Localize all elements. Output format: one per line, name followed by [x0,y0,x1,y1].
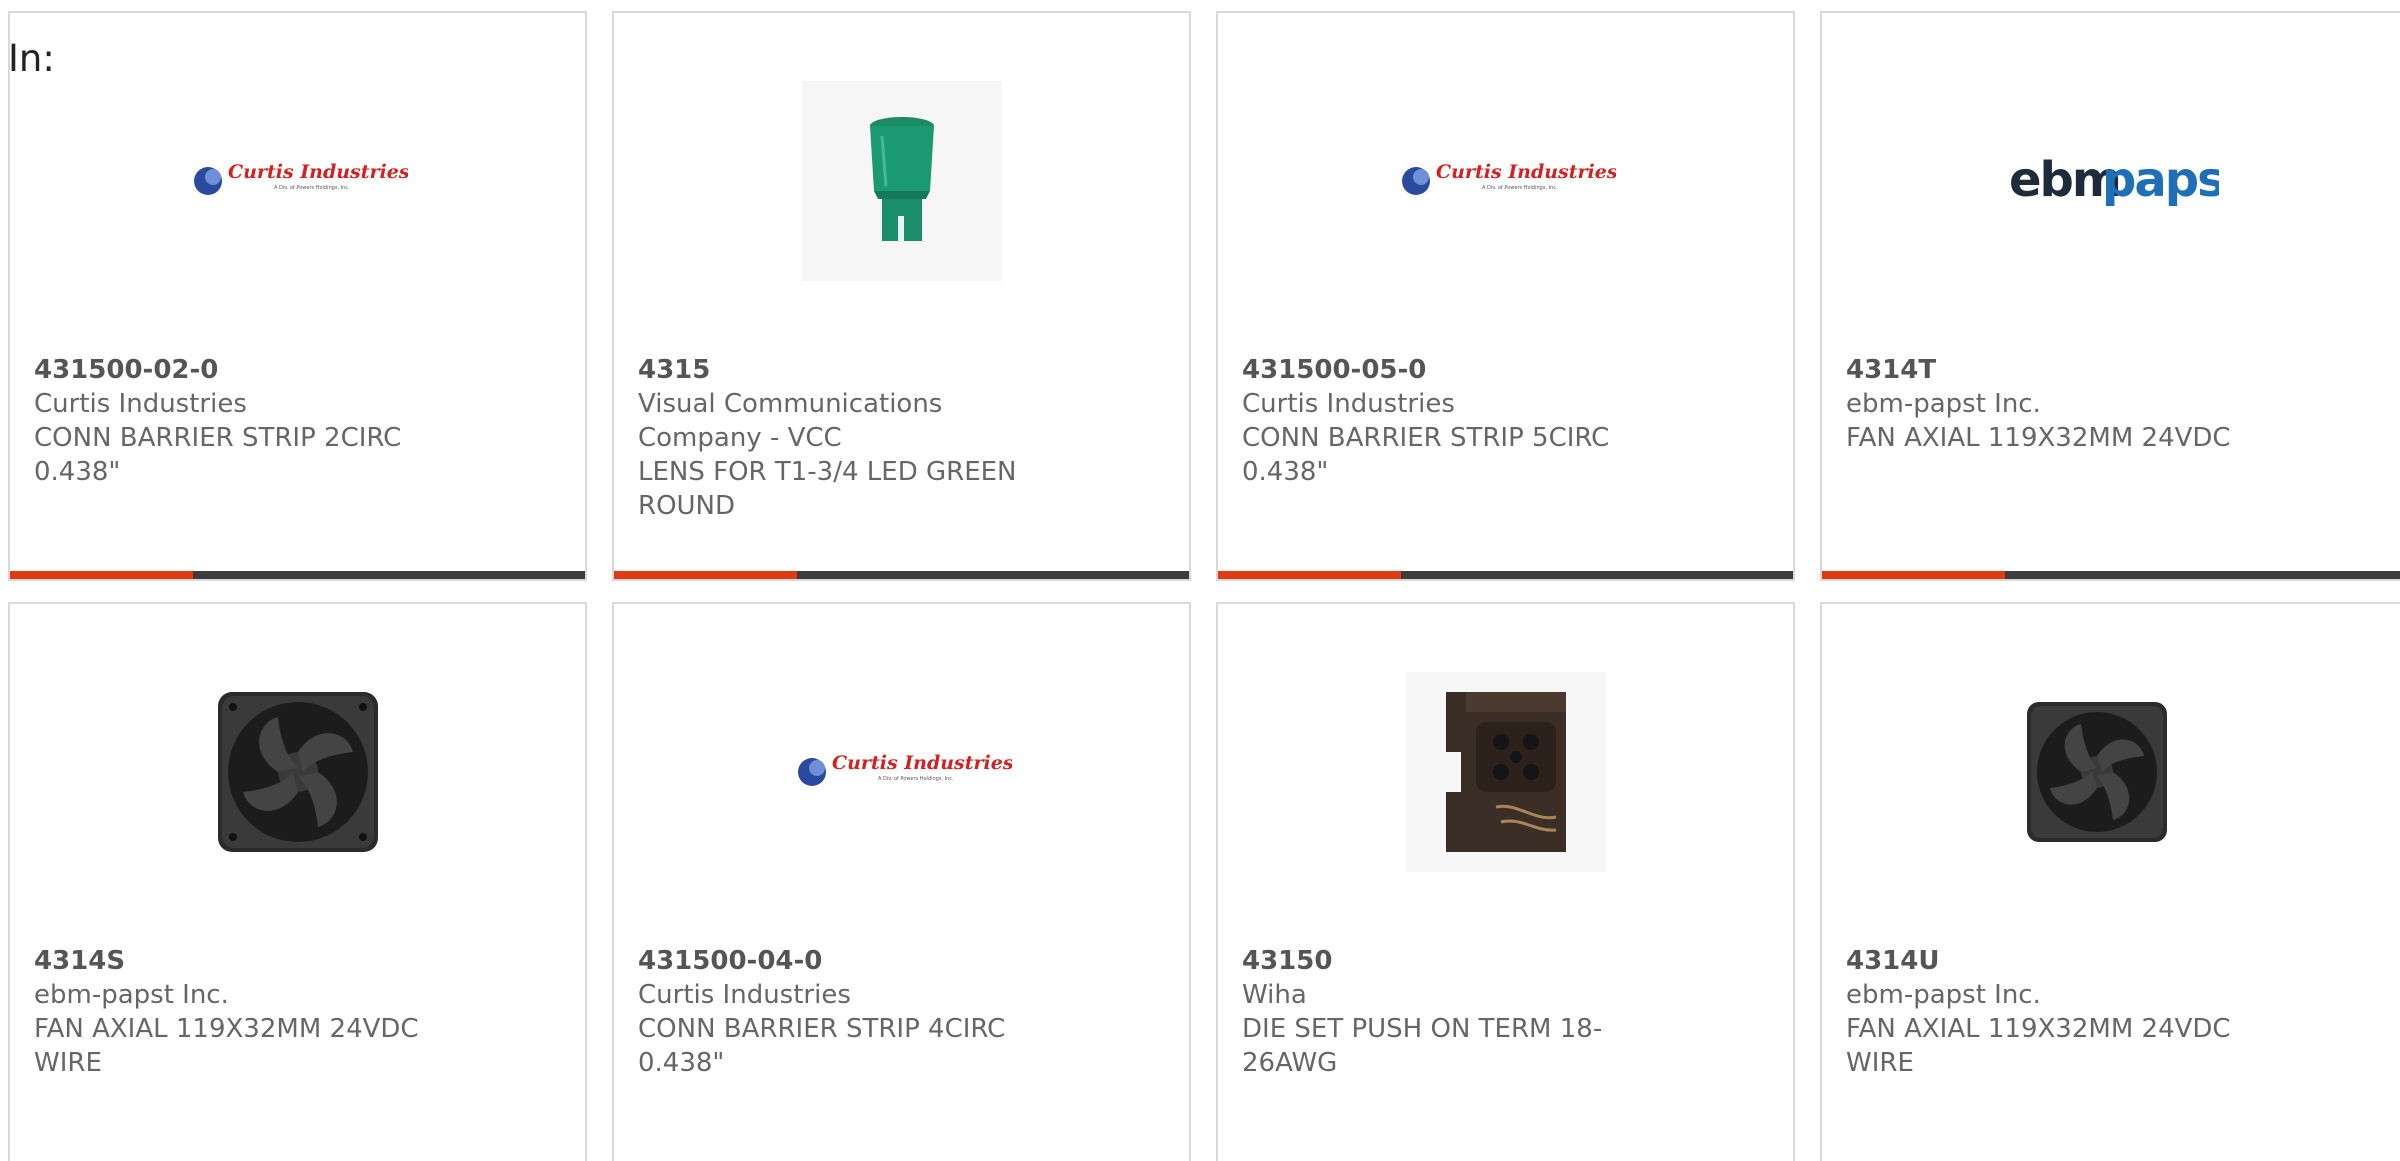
logo-part-papst: papst [2102,152,2219,208]
manufacturer: Visual Communications Company - VCC [638,389,943,453]
card-bottom-bar [10,571,585,579]
curtis-industries-logo: Curtis Industries A Div. of Powers Holdi… [1401,161,1616,195]
product-info: 431500-05-0 Curtis Industries CONN BARRI… [1242,353,1662,489]
product-image[interactable] [1822,669,2400,874]
description: FAN AXIAL 119X32MM 24VDC WIRE [1846,1014,2231,1078]
manufacturer: Curtis Industries [1242,389,1455,419]
card-accent [614,571,797,579]
part-number[interactable]: 431500-04-0 [638,944,1058,978]
product-image[interactable] [1218,669,1793,874]
curtis-industries-logo: Curtis Industries A Div. of Powers Holdi… [193,161,408,195]
curtis-industries-logo: Curtis Industries A Div. of Powers Holdi… [797,752,1012,786]
product-image[interactable] [10,669,585,874]
manufacturer: Wiha [1242,980,1307,1010]
part-number[interactable]: 43150 [1242,944,1662,978]
logo-wordmark: Curtis Industries [832,752,1012,774]
part-number[interactable]: 431500-05-0 [1242,353,1662,387]
manufacturer: Curtis Industries [34,389,247,419]
part-number[interactable]: 4314S [34,944,454,978]
part-number[interactable]: 431500-02-0 [34,353,454,387]
description: DIE SET PUSH ON TERM 18-26AWG [1242,1014,1603,1078]
product-image[interactable]: Curtis Industries A Div. of Powers Holdi… [1218,78,1793,283]
logo-wordmark: Curtis Industries [228,161,408,183]
product-card[interactable]: Curtis Industries A Div. of Powers Holdi… [1216,11,1795,581]
product-image[interactable]: Curtis Industries A Div. of Powers Holdi… [614,669,1189,874]
product-image[interactable] [614,78,1189,283]
product-info: 4315 Visual Communications Company - VCC… [638,353,1058,523]
logo-tagline: A Div. of Powers Holdings, Inc. [878,776,954,782]
product-card[interactable]: 4314U ebm-papst Inc. FAN AXIAL 119X32MM … [1820,602,2400,1161]
card-bottom-bar [614,571,1189,579]
card-accent [1822,571,2005,579]
filter-label: In: [8,37,55,80]
part-number[interactable]: 4315 [638,353,1058,387]
product-info: 4314U ebm-papst Inc. FAN AXIAL 119X32MM … [1846,944,2266,1080]
product-card[interactable]: 43150 Wiha DIE SET PUSH ON TERM 18-26AWG [1216,602,1795,1161]
product-info: 4314S ebm-papst Inc. FAN AXIAL 119X32MM … [34,944,454,1080]
product-card[interactable]: Curtis Industries A Div. of Powers Holdi… [8,11,587,581]
card-bottom-bar [1822,571,2400,579]
axial-fan-photo [2027,701,2167,842]
product-card[interactable]: ebm papst 4314T ebm-papst Inc. FAN AXIAL… [1820,11,2400,581]
product-grid: Curtis Industries A Div. of Powers Holdi… [0,0,2400,1161]
product-card[interactable]: 4315 Visual Communications Company - VCC… [612,11,1191,581]
card-bottom-bar [1218,571,1793,579]
product-info: 431500-04-0 Curtis Industries CONN BARRI… [638,944,1058,1080]
product-image[interactable]: Curtis Industries A Div. of Powers Holdi… [10,78,585,283]
part-number[interactable]: 4314T [1846,353,2266,387]
green-led-lens-photo [801,80,1002,281]
logo-wordmark: Curtis Industries [1436,161,1616,183]
logo-tagline: A Div. of Powers Holdings, Inc. [1482,185,1558,191]
logo-tagline: A Div. of Powers Holdings, Inc. [274,185,350,191]
product-card[interactable]: 4314S ebm-papst Inc. FAN AXIAL 119X32MM … [8,602,587,1161]
part-number[interactable]: 4314U [1846,944,2266,978]
manufacturer: ebm-papst Inc. [34,980,229,1010]
product-info: 43150 Wiha DIE SET PUSH ON TERM 18-26AWG [1242,944,1662,1080]
manufacturer: ebm-papst Inc. [1846,389,2041,419]
product-image[interactable]: ebm papst [1822,78,2400,283]
product-grid-page: In: Curtis Industries A Div. of Powers H… [0,0,2400,1161]
card-accent [10,571,193,579]
product-info: 4314T ebm-papst Inc. FAN AXIAL 119X32MM … [1846,353,2266,455]
description: FAN AXIAL 119X32MM 24VDC WIRE [34,1014,419,1078]
ebmpapst-logo: ebm papst [2009,152,2219,208]
description: CONN BARRIER STRIP 2CIRC 0.438" [34,423,402,487]
description: FAN AXIAL 119X32MM 24VDC [1846,423,2231,453]
product-card[interactable]: Curtis Industries A Div. of Powers Holdi… [612,602,1191,1161]
description: LENS FOR T1-3/4 LED GREEN ROUND [638,457,1017,521]
manufacturer: Curtis Industries [638,980,851,1010]
product-info: 431500-02-0 Curtis Industries CONN BARRI… [34,353,454,489]
description: CONN BARRIER STRIP 4CIRC 0.438" [638,1014,1006,1078]
manufacturer: ebm-papst Inc. [1846,980,2041,1010]
axial-fan-photo [217,691,378,852]
card-accent [1218,571,1401,579]
crimp-die-set-photo [1405,671,1606,872]
description: CONN BARRIER STRIP 5CIRC 0.438" [1242,423,1610,487]
